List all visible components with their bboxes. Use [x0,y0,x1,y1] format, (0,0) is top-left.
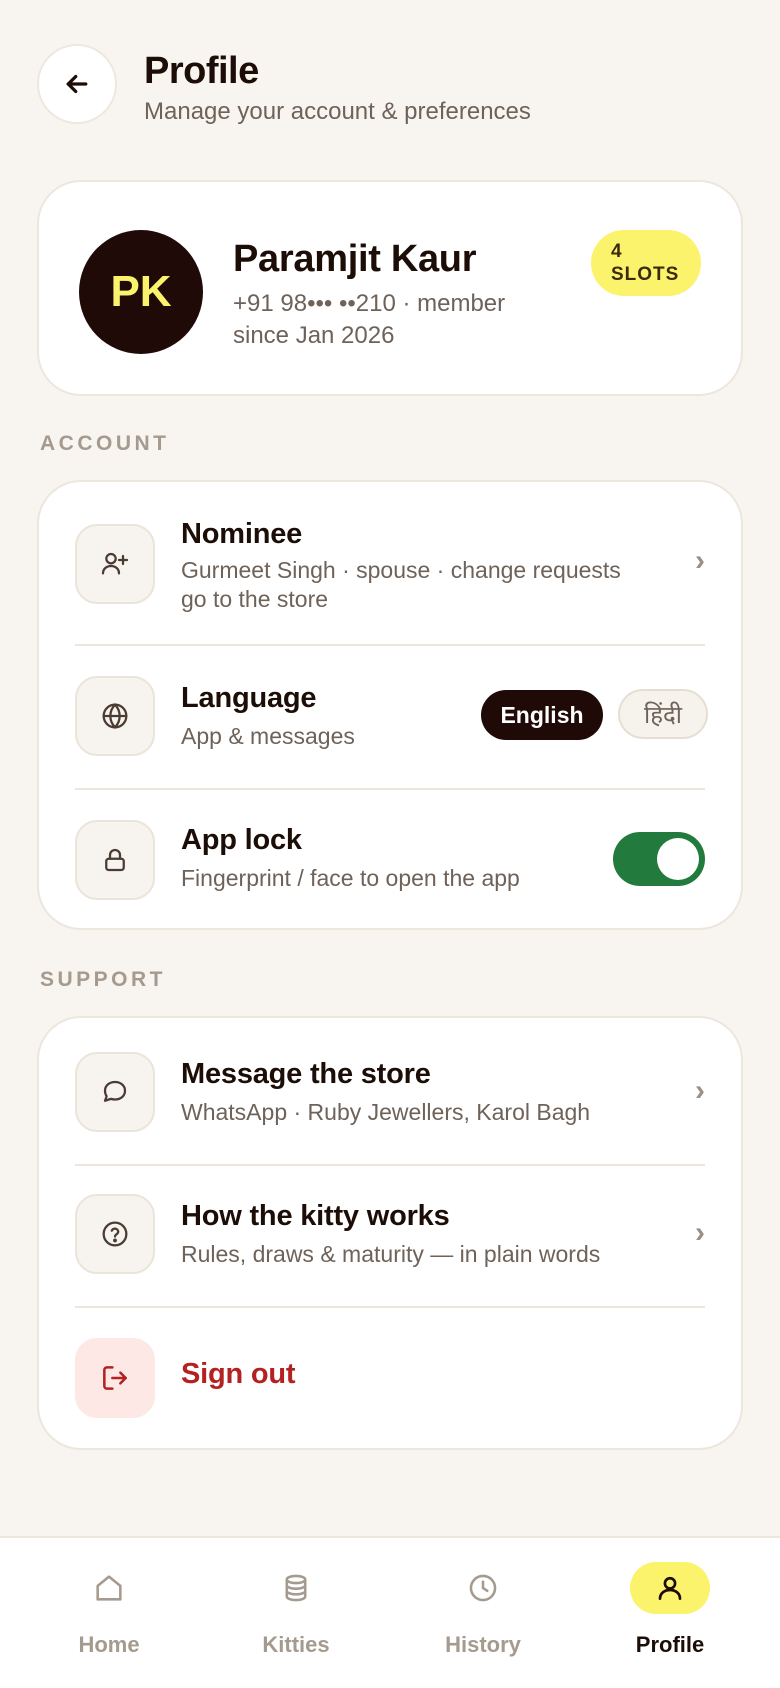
help-circle-icon [102,1221,128,1247]
nav-label-history: History [445,1632,521,1657]
nav-item-kitties[interactable]: Kitties [221,1562,371,1658]
page-header: Profile Manage your account & preference… [37,44,743,126]
slots-count: 4 [611,241,623,262]
app-lock-toggle[interactable] [613,832,705,886]
chevron-right-icon: › [695,544,705,577]
page-subtitle: Manage your account & preferences [144,98,531,125]
account-card: Nominee Gurmeet Singh · spouse · change … [37,480,743,930]
clock-icon [469,1574,497,1602]
nominee-row[interactable]: Nominee Gurmeet Singh · spouse · change … [39,482,741,644]
back-button[interactable] [37,44,117,124]
slots-badge: 4 SLOTS [591,230,701,296]
message-store-subtitle: WhatsApp · Ruby Jewellers, Karol Bagh [181,1099,591,1125]
support-card: Message the store WhatsApp · Ruby Jewell… [37,1016,743,1450]
profile-card: PK Paramjit Kaur +91 98••• ••210 · membe… [37,180,743,396]
chat-bubble-icon [103,1080,127,1102]
chevron-right-icon: › [695,1216,705,1249]
how-kitty-works-title: How the kitty works [181,1200,450,1232]
nav-item-home[interactable]: Home [34,1562,184,1658]
message-store-row[interactable]: Message the store WhatsApp · Ruby Jewell… [39,1018,741,1164]
logout-icon [103,1366,127,1390]
globe-icon [102,703,128,729]
app-lock-row: App lock Fingerprint / face to open the … [39,790,741,930]
app-lock-subtitle: Fingerprint / face to open the app [181,865,520,891]
page-title: Profile [144,50,259,92]
sign-out-icon-box [75,1338,155,1418]
nominee-title: Nominee [181,518,303,550]
nav-item-profile[interactable]: Profile [595,1562,745,1658]
user-plus-icon [101,552,129,575]
sign-out-label: Sign out [181,1358,296,1390]
profile-name: Paramjit Kaur [233,238,477,280]
profile-meta: +91 98••• ••210 · member since Jan 2026 [233,290,506,349]
avatar-initials: PK [110,267,172,316]
nav-label-profile: Profile [635,1632,705,1657]
nav-item-history[interactable]: History [408,1562,558,1658]
avatar: PK [79,230,203,354]
sign-out-row[interactable]: Sign out [39,1308,741,1448]
app-lock-title: App lock [181,824,302,856]
help-icon-box [75,1194,155,1274]
language-option-english[interactable]: English [481,690,603,740]
section-label-account: ACCOUNT [40,432,170,455]
toggle-knob [657,838,699,880]
language-option-hindi[interactable]: हिंदी [618,689,708,739]
language-title: Language [181,682,317,714]
nominee-subtitle: Gurmeet Singh · spouse · change requests… [181,557,621,612]
slots-label: SLOTS [611,264,680,285]
coins-stack-icon [285,1574,307,1602]
message-store-title: Message the store [181,1058,431,1090]
bottom-nav: Home Kitties History Profile [0,1536,780,1688]
language-row: Language App & messages English हिंदी [39,646,741,788]
section-label-support: SUPPORT [40,968,167,991]
arrow-left-icon [66,74,88,94]
message-icon-box [75,1052,155,1132]
chevron-right-icon: › [695,1074,705,1107]
home-icon [96,1575,122,1601]
how-kitty-works-row[interactable]: How the kitty works Rules, draws & matur… [39,1166,741,1306]
lock-icon [105,848,125,872]
app-lock-icon-box [75,820,155,900]
language-icon-box [75,676,155,756]
nav-label-kitties: Kitties [262,1632,330,1657]
how-kitty-works-subtitle: Rules, draws & maturity — in plain words [181,1241,601,1267]
nominee-icon-box [75,524,155,604]
user-icon [658,1576,682,1600]
nav-label-home: Home [78,1632,140,1657]
